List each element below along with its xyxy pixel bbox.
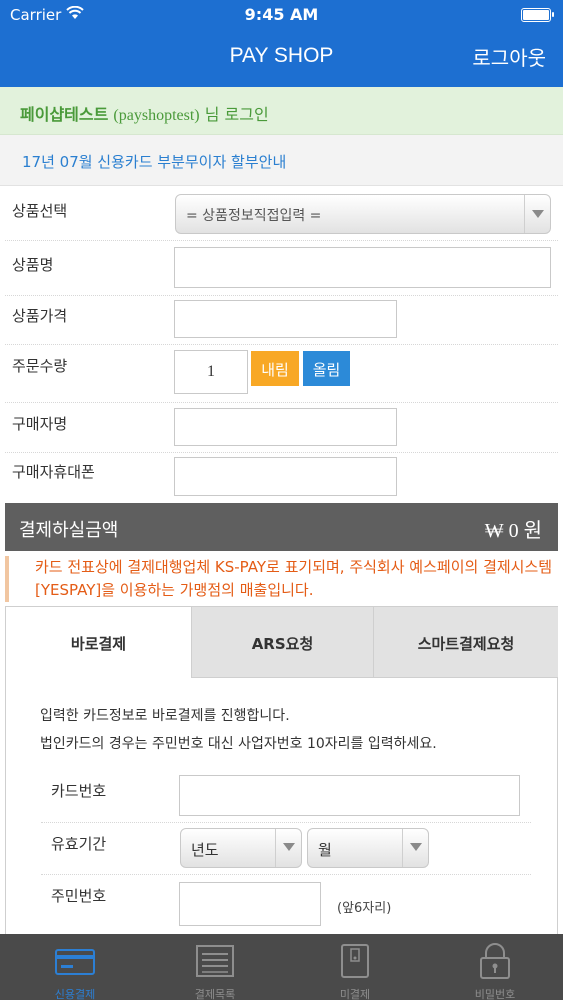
list-icon [196, 945, 234, 977]
shop-name: 페이샵테스트 [20, 105, 109, 124]
quantity-down-button[interactable]: 내림 [251, 351, 299, 386]
product-name-row: 상품명 [5, 241, 558, 296]
buyer-name-input[interactable] [174, 408, 397, 446]
clock: 9:45 AM [244, 5, 319, 24]
product-price-row: 상품가격 [5, 296, 558, 345]
ssn-row: 주민번호 (앞6자리) [41, 875, 531, 933]
chevron-down-icon [524, 195, 550, 233]
product-price-label: 상품가격 [12, 307, 68, 325]
tab-password-label: 비밀번호 [474, 988, 516, 1000]
notice-link[interactable]: 17년 07월 신용카드 부분무이자 할부안내 [22, 151, 286, 172]
tab-payment-list-label: 결제목록 [194, 988, 236, 1000]
notice-bar[interactable]: 17년 07월 신용카드 부분무이자 할부안내 [0, 135, 563, 186]
tab-description-line1: 입력한 카드정보로 바로결제를 진행합니다. [40, 708, 290, 724]
amount-value: ₩ 0 원 [485, 514, 542, 543]
battery-icon [521, 8, 554, 22]
currency-symbol: ₩ [484, 520, 504, 542]
buyer-phone-input[interactable] [174, 457, 397, 496]
card-number-label: 카드번호 [51, 782, 107, 800]
buyer-phone-row: 구매자휴대폰 [5, 453, 558, 501]
product-name-label: 상품명 [12, 256, 54, 274]
amount-number: 0 [508, 520, 519, 542]
expiry-row: 유효기간 년도 월 [41, 823, 531, 875]
product-select-value: = 상품정보직접입력 = [186, 208, 322, 224]
logout-button[interactable]: 로그아웃 [472, 42, 546, 71]
card-number-row: 카드번호 [41, 768, 531, 823]
tab-credit-payment-label: 신용결제 [54, 988, 96, 1000]
user-id: (payshoptest) [113, 107, 200, 124]
payment-tabs: 바로결제 ARS요청 스마트결제요청 입력한 카드정보로 바로결제를 진행합니다… [5, 606, 558, 936]
product-select-label: 상품선택 [12, 202, 68, 220]
quantity-up-button[interactable]: 올림 [303, 351, 350, 386]
tab-direct-payment[interactable]: 바로결제 [6, 607, 192, 678]
login-suffix: 님 로그인 [204, 105, 269, 124]
expiry-label: 유효기간 [51, 835, 107, 853]
product-select-row: 상품선택 = 상품정보직접입력 = [5, 186, 558, 241]
tab-payment-list[interactable]: 결제목록 [145, 934, 285, 1000]
product-select[interactable]: = 상품정보직접입력 = [175, 194, 551, 234]
lock-icon [480, 943, 510, 979]
buyer-name-row: 구매자명 [5, 403, 558, 453]
order-qty-row: 주문수량 1 내림 올림 [5, 345, 558, 403]
tab-unpaid[interactable]: 미결제 [285, 934, 425, 1000]
payment-amount-bar: 결제하실금액 ₩ 0 원 [5, 503, 558, 551]
quantity-input[interactable]: 1 [174, 350, 248, 394]
expiry-year-value: 년도 [191, 841, 219, 859]
chevron-down-icon [402, 829, 428, 867]
tab-password[interactable]: 비밀번호 [425, 934, 563, 1000]
tab-smart-payment-request[interactable]: 스마트결제요청 [374, 607, 558, 678]
phone-icon [341, 944, 369, 978]
amount-label: 결제하실금액 [19, 520, 119, 541]
ssn-label: 주민번호 [51, 887, 107, 905]
ssn-hint: (앞6자리) [337, 901, 392, 916]
product-name-input[interactable] [174, 247, 551, 288]
bottom-tab-bar: 신용결제 결제목록 미결제 비밀번호 [0, 934, 563, 1000]
nav-bar: PAY SHOP 로그아웃 [0, 30, 563, 87]
buyer-phone-label: 구매자휴대폰 [12, 463, 95, 481]
expiry-month-value: 월 [318, 841, 332, 859]
product-price-input[interactable] [174, 300, 397, 338]
amount-unit: 원 [523, 520, 542, 542]
tab-unpaid-label: 미결제 [339, 988, 371, 1000]
card-number-input[interactable] [179, 775, 520, 816]
expiry-year-select[interactable]: 년도 [180, 828, 302, 868]
expiry-month-select[interactable]: 월 [307, 828, 429, 868]
tab-credit-payment[interactable]: 신용결제 [5, 934, 145, 1000]
payment-info-text: 카드 전표상에 결제대행업체 KS-PAY로 표기되며, 주식회사 예스페이의 … [5, 556, 558, 602]
status-bar: Carrier 9:45 AM [0, 0, 563, 30]
ssn-input[interactable] [179, 882, 321, 926]
tab-description-line2: 법인카드의 경우는 주민번호 대신 사업자번호 10자리를 입력하세요. [40, 736, 437, 752]
login-info-bar: 페이샵테스트 (payshoptest) 님 로그인 [0, 87, 563, 135]
chevron-down-icon [275, 829, 301, 867]
buyer-name-label: 구매자명 [12, 415, 68, 433]
tab-ars-request[interactable]: ARS요청 [192, 607, 374, 678]
order-qty-label: 주문수량 [12, 357, 68, 375]
card-icon [55, 949, 95, 975]
